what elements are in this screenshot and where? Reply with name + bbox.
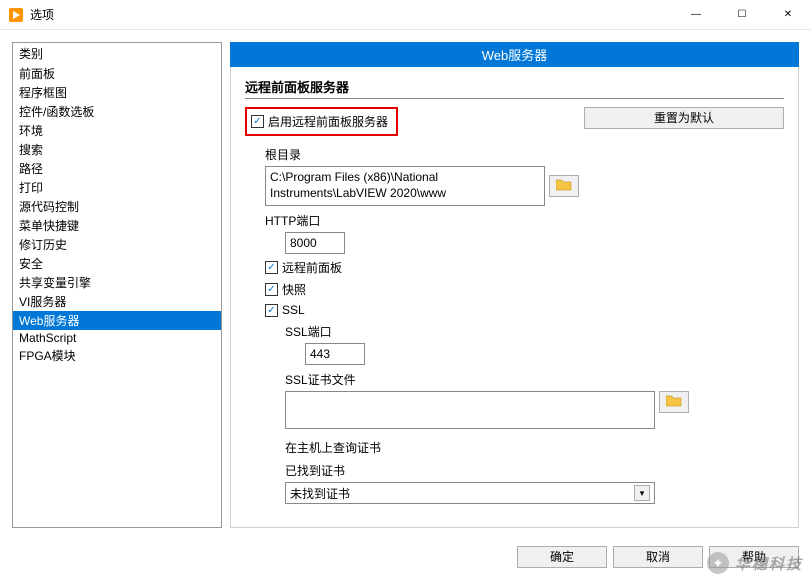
snapshot-checkbox[interactable]	[265, 283, 278, 296]
sidebar-item-3[interactable]: 环境	[13, 121, 221, 140]
chevron-down-icon: ▾	[634, 485, 650, 501]
found-cert-select[interactable]: 未找到证书 ▾	[285, 482, 655, 504]
content-scroll[interactable]: 远程前面板服务器 启用远程前面板服务器 重置为默认 根目录 C:\Program…	[230, 67, 799, 528]
sidebar-item-12[interactable]: VI服务器	[13, 292, 221, 311]
sidebar-item-15[interactable]: FPGA模块	[13, 346, 221, 365]
found-cert-value: 未找到证书	[290, 485, 350, 502]
ssl-cert-file-input[interactable]	[285, 391, 655, 429]
sidebar-item-8[interactable]: 菜单快捷键	[13, 216, 221, 235]
folder-icon	[556, 179, 572, 194]
sidebar-item-13[interactable]: Web服务器	[13, 311, 221, 330]
folder-icon	[666, 395, 682, 410]
sidebar-item-2[interactable]: 控件/函数选板	[13, 102, 221, 121]
snapshot-label: 快照	[282, 281, 306, 298]
browse-root-button[interactable]	[549, 175, 579, 197]
http-port-label: HTTP端口	[265, 212, 784, 229]
sidebar-item-7[interactable]: 源代码控制	[13, 197, 221, 216]
sidebar-item-10[interactable]: 安全	[13, 254, 221, 273]
enable-remote-highlight: 启用远程前面板服务器	[245, 107, 398, 136]
remote-panel-label: 远程前面板	[282, 259, 342, 276]
close-button[interactable]: ✕	[765, 0, 811, 30]
ssl-port-label: SSL端口	[285, 323, 784, 340]
ssl-checkbox[interactable]	[265, 304, 278, 317]
sidebar-header: 类别	[13, 43, 221, 64]
enable-remote-checkbox[interactable]	[251, 115, 264, 128]
browse-ssl-cert-button[interactable]	[659, 391, 689, 413]
section-title: 远程前面板服务器	[245, 77, 784, 99]
app-logo-icon	[8, 7, 24, 23]
dialog-footer: 确定 取消 帮助	[0, 540, 811, 574]
cancel-button[interactable]: 取消	[613, 546, 703, 568]
ssl-port-input[interactable]	[305, 343, 365, 365]
root-dir-label: 根目录	[265, 146, 784, 163]
sidebar-item-5[interactable]: 路径	[13, 159, 221, 178]
content-panel: Web服务器 远程前面板服务器 启用远程前面板服务器 重置为默认 根目录 C:\…	[230, 42, 799, 528]
enable-remote-label: 启用远程前面板服务器	[268, 113, 388, 130]
sidebar-item-14[interactable]: MathScript	[13, 330, 221, 346]
sidebar-item-6[interactable]: 打印	[13, 178, 221, 197]
reset-defaults-button[interactable]: 重置为默认	[584, 107, 784, 129]
root-dir-input[interactable]: C:\Program Files (x86)\National Instrume…	[265, 166, 545, 206]
ssl-cert-file-label: SSL证书文件	[285, 371, 784, 388]
window-title: 选项	[30, 6, 673, 23]
help-button[interactable]: 帮助	[709, 546, 799, 568]
category-sidebar: 类别 前面板程序框图控件/函数选板环境搜索路径打印源代码控制菜单快捷键修订历史安…	[12, 42, 222, 528]
sidebar-item-11[interactable]: 共享变量引擎	[13, 273, 221, 292]
query-cert-label: 在主机上查询证书	[285, 439, 784, 456]
main-area: 类别 前面板程序框图控件/函数选板环境搜索路径打印源代码控制菜单快捷键修订历史安…	[0, 30, 811, 540]
sidebar-item-4[interactable]: 搜索	[13, 140, 221, 159]
found-cert-label: 已找到证书	[285, 462, 784, 479]
window-controls: — ☐ ✕	[673, 0, 811, 30]
minimize-button[interactable]: —	[673, 0, 719, 30]
sidebar-item-1[interactable]: 程序框图	[13, 83, 221, 102]
remote-panel-checkbox[interactable]	[265, 261, 278, 274]
sidebar-item-9[interactable]: 修订历史	[13, 235, 221, 254]
sidebar-item-0[interactable]: 前面板	[13, 64, 221, 83]
titlebar: 选项 — ☐ ✕	[0, 0, 811, 30]
content-header: Web服务器	[230, 42, 799, 67]
ok-button[interactable]: 确定	[517, 546, 607, 568]
maximize-button[interactable]: ☐	[719, 0, 765, 30]
ssl-label: SSL	[282, 303, 305, 317]
http-port-input[interactable]	[285, 232, 345, 254]
